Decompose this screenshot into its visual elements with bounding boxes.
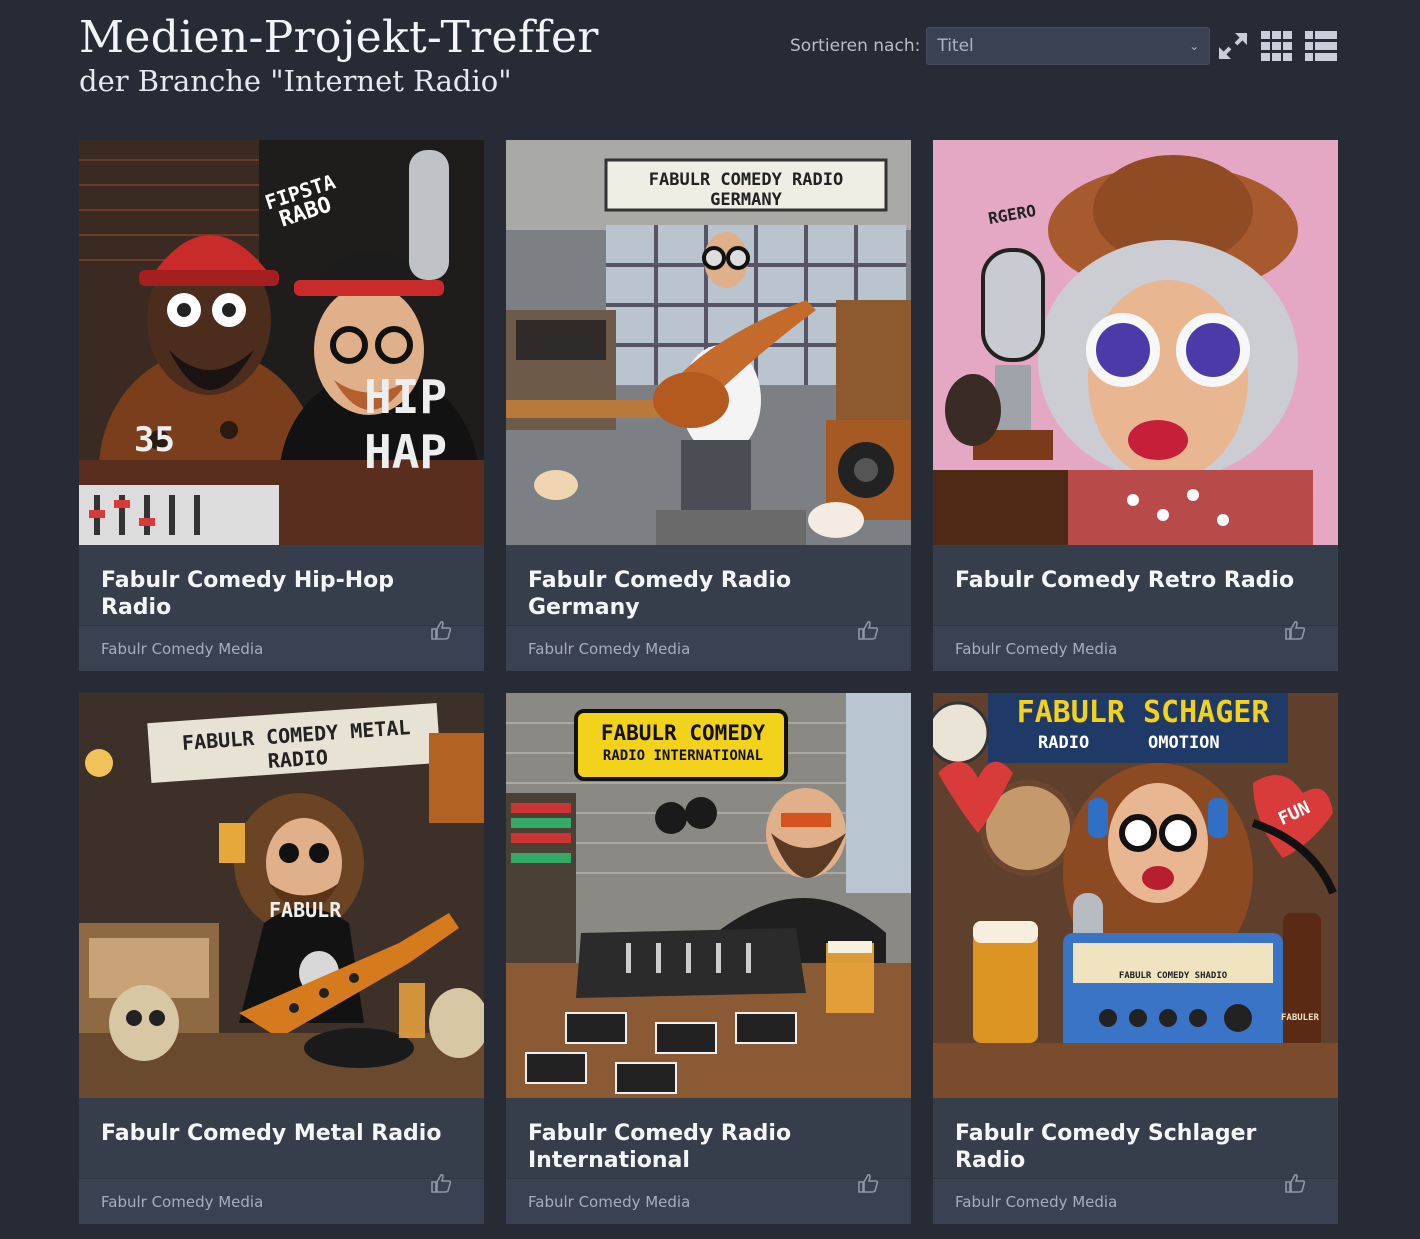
project-card[interactable]: FABULR COMEDY RADIO GERMANY Fabulr Comed… xyxy=(506,140,911,671)
card-title[interactable]: Fabulr Comedy Schlager Radio xyxy=(933,1098,1338,1178)
project-card[interactable]: FABULR COMEDY RADIO INTERNATIONAL Fabulr… xyxy=(506,693,911,1224)
thumbs-up-icon[interactable] xyxy=(1282,620,1308,640)
card-image[interactable]: FABULR SCHAGER RADIO OMOTION FUN FABULR … xyxy=(933,693,1338,1098)
page-title: Medien-Projekt-Treffer xyxy=(79,12,599,63)
page-header: Medien-Projekt-Treffer der Branche "Inte… xyxy=(79,12,599,99)
image-caption: FABULR COMEDY RADIO GERMANY xyxy=(648,170,844,210)
sort-label: Sortieren nach: xyxy=(790,36,921,56)
card-image[interactable]: FIPSTA RABO 35 HIP HAP xyxy=(79,140,484,545)
grid-view-icon[interactable] xyxy=(1260,30,1294,62)
card-title[interactable]: Fabulr Comedy Radio International xyxy=(506,1098,911,1178)
list-view-icon[interactable] xyxy=(1304,30,1338,62)
thumbs-up-icon[interactable] xyxy=(428,620,454,640)
card-publisher[interactable]: Fabulr Comedy Media xyxy=(79,1178,484,1224)
card-image[interactable]: RGERO xyxy=(933,140,1338,545)
card-image[interactable]: FABULR COMEDY RADIO INTERNATIONAL xyxy=(506,693,911,1098)
card-publisher[interactable]: Fabulr Comedy Media xyxy=(933,1178,1338,1224)
card-image[interactable]: FABULR COMEDY METAL RADIO FABULR xyxy=(79,693,484,1098)
thumbs-up-icon[interactable] xyxy=(855,1173,881,1193)
page-subtitle: der Branche "Internet Radio" xyxy=(79,64,512,99)
thumbs-up-icon[interactable] xyxy=(1282,1173,1308,1193)
project-card[interactable]: FABULR SCHAGER RADIO OMOTION FUN FABULR … xyxy=(933,693,1338,1224)
project-card[interactable]: RGERO Fabulr Comedy Retro Radio Fabulr C… xyxy=(933,140,1338,671)
sort-select[interactable]: Titel ⌄ xyxy=(926,27,1211,65)
image-caption: FABULR xyxy=(269,898,342,922)
card-publisher[interactable]: Fabulr Comedy Media xyxy=(933,625,1338,671)
chevron-down-icon: ⌄ xyxy=(1189,39,1200,53)
image-caption: FABULR SCHAGER xyxy=(1016,695,1270,730)
card-publisher[interactable]: Fabulr Comedy Media xyxy=(506,625,911,671)
image-caption: OMOTION xyxy=(1148,733,1220,753)
image-caption: FABULR COMEDY SHADIO xyxy=(1118,971,1228,981)
project-grid: FIPSTA RABO 35 HIP HAP Fabulr Comedy Hip… xyxy=(79,140,1338,1224)
sort-select-value: Titel xyxy=(937,36,974,56)
card-title[interactable]: Fabulr Comedy Radio Germany xyxy=(506,545,911,625)
card-publisher[interactable]: Fabulr Comedy Media xyxy=(506,1178,911,1224)
image-caption: RADIO xyxy=(1038,733,1090,753)
thumbs-up-icon[interactable] xyxy=(428,1173,454,1193)
card-title[interactable]: Fabulr Comedy Hip-Hop Radio xyxy=(79,545,484,625)
image-caption: HAP xyxy=(364,425,448,479)
card-image[interactable]: FABULR COMEDY RADIO GERMANY xyxy=(506,140,911,545)
image-caption: RADIO INTERNATIONAL xyxy=(602,748,764,764)
view-toggle-group xyxy=(1216,30,1338,62)
project-card[interactable]: FABULR COMEDY METAL RADIO FABULR Fabulr … xyxy=(79,693,484,1224)
image-caption: FABULER xyxy=(1281,1013,1319,1023)
card-title[interactable]: Fabulr Comedy Metal Radio xyxy=(79,1098,484,1178)
expand-icon[interactable] xyxy=(1216,30,1250,62)
image-caption: FABULR COMEDY xyxy=(600,721,766,745)
image-caption: HIP xyxy=(364,370,448,424)
sort-toolbar: Sortieren nach: Titel ⌄ xyxy=(790,26,1211,66)
thumbs-up-icon[interactable] xyxy=(855,620,881,640)
project-card[interactable]: FIPSTA RABO 35 HIP HAP Fabulr Comedy Hip… xyxy=(79,140,484,671)
card-publisher[interactable]: Fabulr Comedy Media xyxy=(79,625,484,671)
image-caption: 35 xyxy=(134,420,175,460)
card-title[interactable]: Fabulr Comedy Retro Radio xyxy=(933,545,1338,625)
